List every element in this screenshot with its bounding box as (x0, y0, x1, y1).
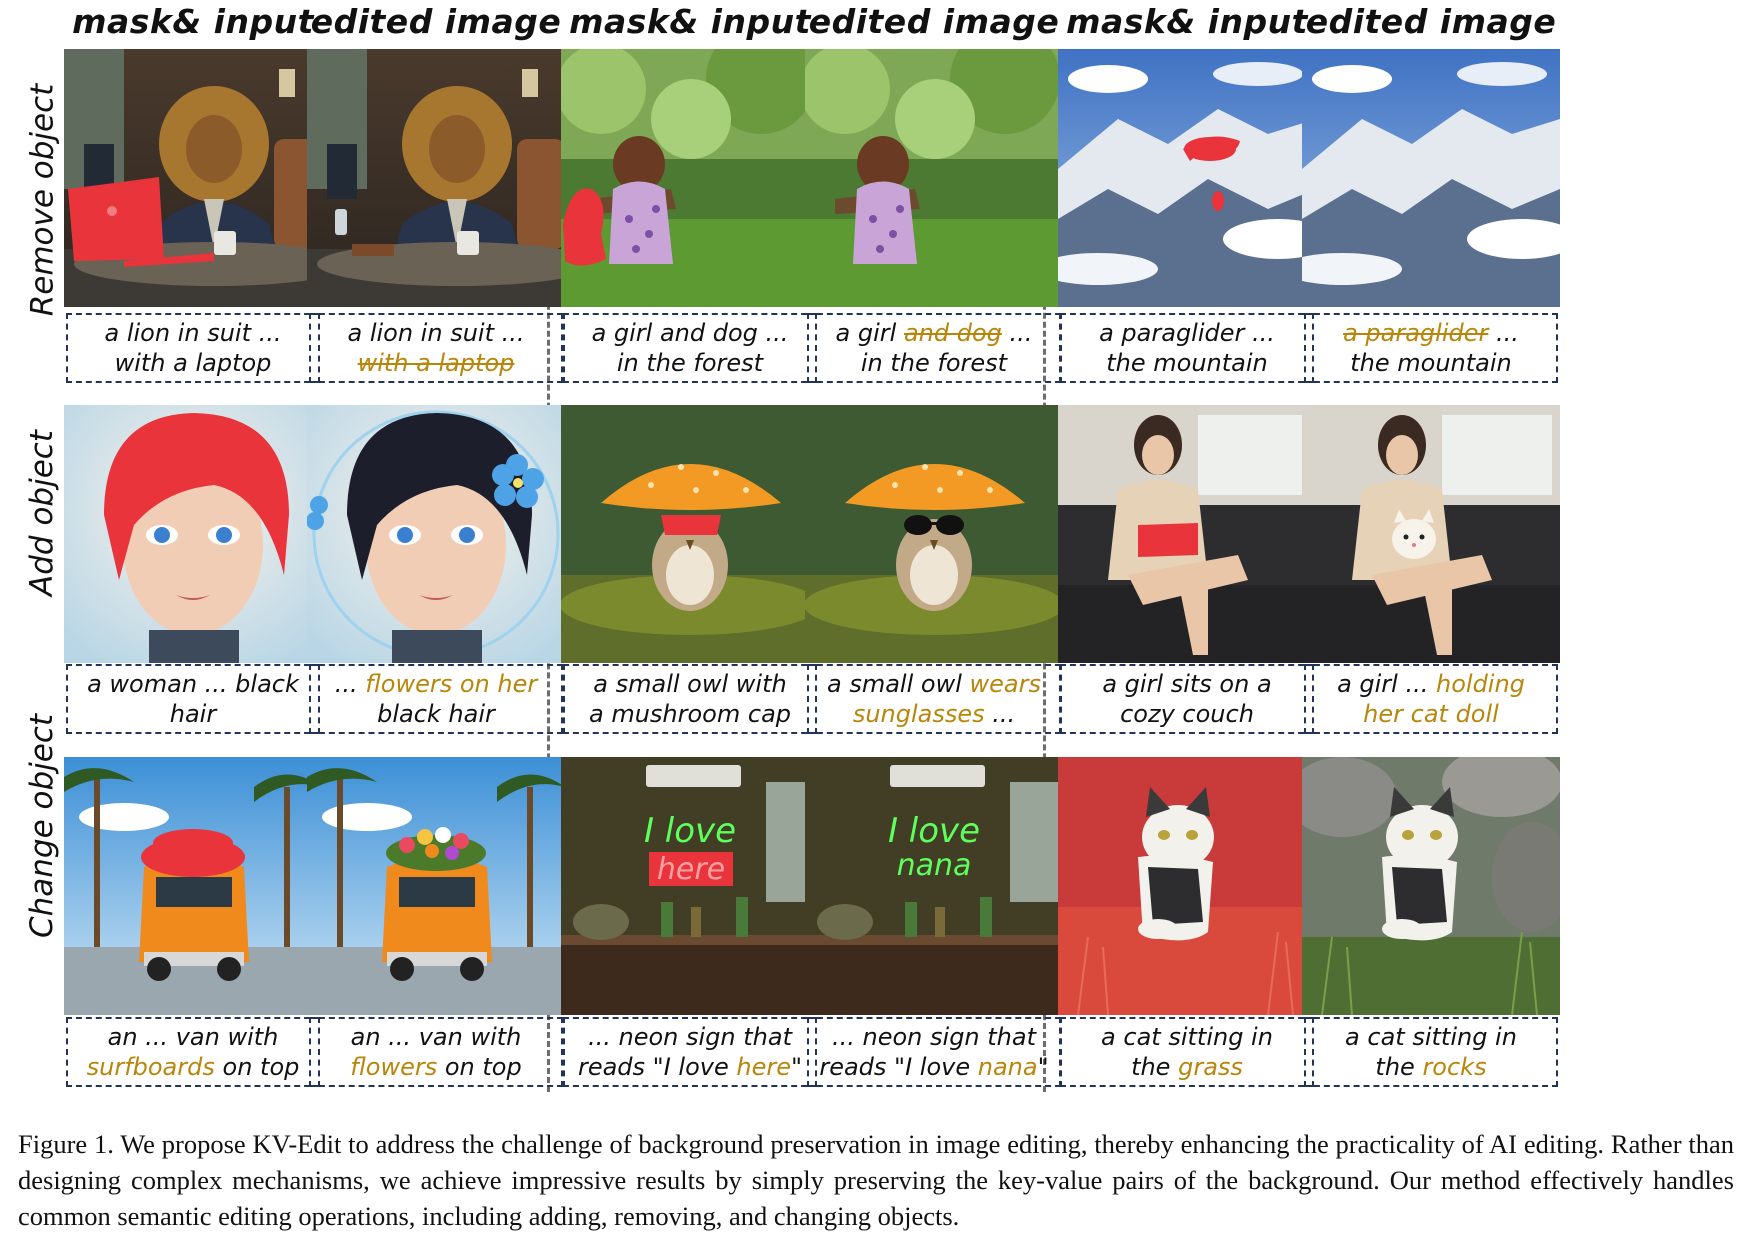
neon-text-here: here (657, 852, 725, 887)
neon-text-nana: nana (897, 848, 972, 883)
caption: a girl and dog ... in the forest (807, 313, 1061, 383)
image-van-edited (307, 757, 565, 1015)
neon-text-line1: I love (644, 811, 736, 851)
caption: a small owl with a mushroom cap (563, 664, 817, 734)
caption: a lion in suit ... with a laptop (309, 313, 563, 383)
image-owl-mask-input (561, 405, 819, 663)
column-header: edited image (310, 2, 562, 41)
row-label-change: Change object (24, 713, 61, 939)
figure-caption: Figure 1. We propose KV-Edit to address … (18, 1129, 1734, 1231)
caption: ... neon sign that reads "I love nana" (807, 1017, 1061, 1087)
image-mountain-edited (1302, 49, 1560, 307)
caption: a girl and dog ... in the forest (563, 313, 817, 383)
caption: a paraglider ... the mountain (1304, 313, 1558, 383)
image-owl-edited (805, 405, 1063, 663)
image-neon-mask-input: I love here (561, 757, 819, 1015)
image-mountain-mask-input (1058, 49, 1316, 307)
column-header: edited image (808, 2, 1060, 41)
image-van-mask-input (64, 757, 322, 1015)
image-woman-edited (307, 405, 565, 663)
caption: ... neon sign that reads "I love here" (563, 1017, 817, 1087)
image-lion-edited (307, 49, 565, 307)
image-woman-mask-input (64, 405, 322, 663)
column-header: mask& input (1066, 2, 1308, 41)
caption: a cat sitting in the rocks (1304, 1017, 1558, 1087)
figure: mask& input edited image mask& input edi… (0, 0, 1750, 1100)
neon-text-line1: I love (888, 811, 980, 851)
caption: a paraglider ... the mountain (1060, 313, 1314, 383)
row-label-remove: Remove object (24, 83, 61, 317)
image-girl-forest-edited (805, 49, 1063, 307)
image-cat-mask-input (1058, 757, 1316, 1015)
caption: a cat sitting in the grass (1060, 1017, 1314, 1087)
caption: ... flowers on her black hair (309, 664, 563, 734)
caption: a girl sits on a cozy couch (1060, 664, 1314, 734)
column-header: mask& input (569, 2, 811, 41)
image-neon-edited: I love nana (805, 757, 1063, 1015)
image-couch-mask-input (1058, 405, 1316, 663)
image-cat-edited (1302, 757, 1560, 1015)
caption: a girl ... holding her cat doll (1304, 664, 1558, 734)
caption: a small owl wears sunglasses ... (807, 664, 1061, 734)
column-header: mask& input (72, 2, 314, 41)
caption: an ... van with flowers on top (309, 1017, 563, 1087)
column-header: edited image (1305, 2, 1557, 41)
row-label-add: Add object (24, 430, 61, 596)
caption: a lion in suit ... with a laptop (66, 313, 320, 383)
caption: an ... van with surfboards on top (66, 1017, 320, 1087)
image-lion-mask-input (64, 49, 322, 307)
image-girl-forest-mask-input (561, 49, 819, 307)
image-couch-edited (1302, 405, 1560, 663)
caption: a woman ... black hair (66, 664, 320, 734)
